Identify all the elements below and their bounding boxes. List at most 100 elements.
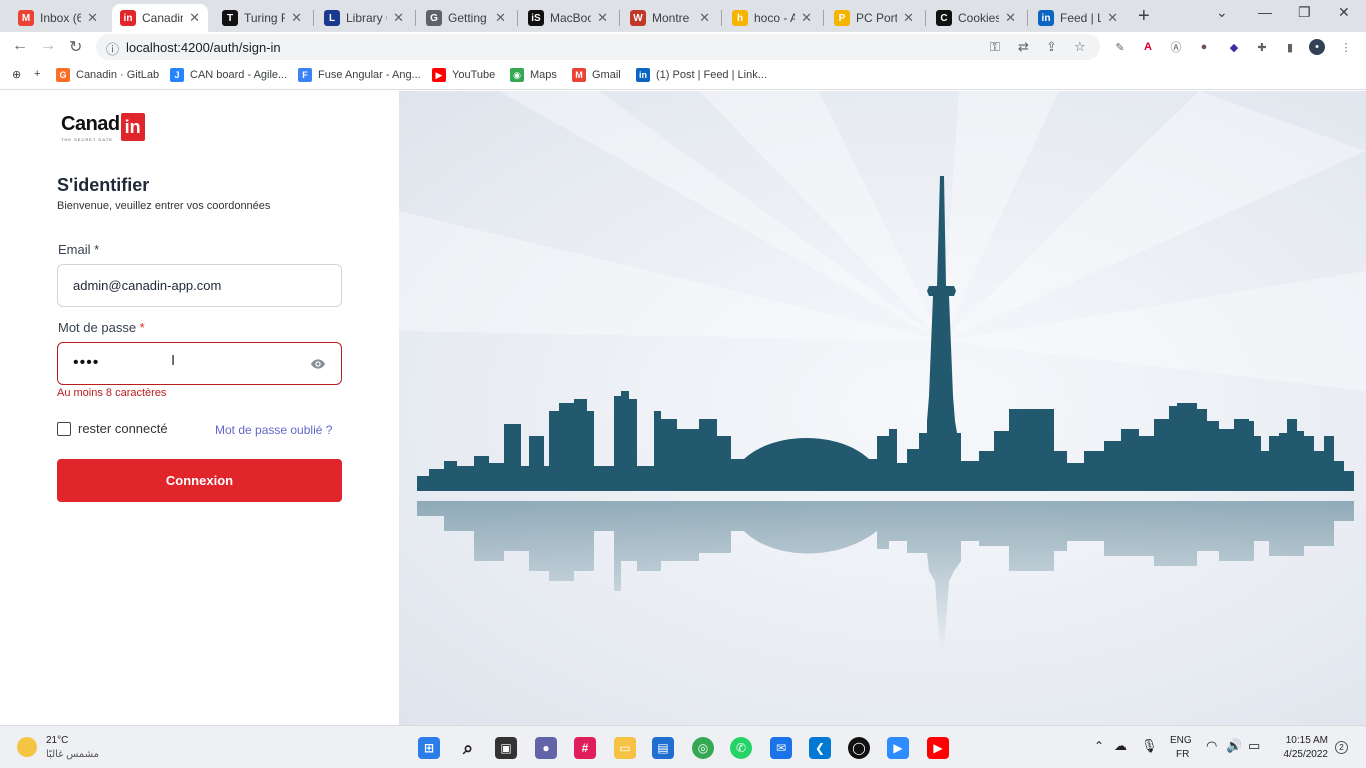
tab-title[interactable]: hoco - Al bbox=[754, 11, 795, 25]
ext-badge-icon[interactable]: ◆ bbox=[1226, 39, 1242, 55]
tab-title[interactable]: Inbox (60 bbox=[40, 11, 81, 25]
tab-title[interactable]: Getting t bbox=[448, 11, 489, 25]
clock-date[interactable]: 4/25/2022 bbox=[1274, 749, 1329, 760]
bookmark-item[interactable]: F Fuse Angular - Ang... bbox=[298, 68, 421, 82]
tab-close-icon[interactable]: ✕ bbox=[495, 10, 506, 26]
a-extension-icon[interactable]: Ⓐ bbox=[1168, 39, 1184, 55]
site-info-icon[interactable]: ⓘ bbox=[106, 39, 119, 58]
login-button[interactable]: Connexion bbox=[57, 459, 342, 502]
tab-title[interactable]: Feed | Lin bbox=[1060, 11, 1101, 25]
teams-chat-icon[interactable]: ● bbox=[535, 737, 557, 759]
tab-title[interactable]: Cookies bbox=[958, 11, 999, 25]
address-url[interactable]: localhost:4200/auth/sign-in bbox=[126, 40, 281, 55]
language-bottom[interactable]: FR bbox=[1176, 749, 1189, 760]
side-panel-icon[interactable]: ▮ bbox=[1282, 39, 1298, 55]
tab-9[interactable]: C Cookies ✕ bbox=[928, 4, 1024, 32]
weather-desc[interactable]: مشمس غالبًا bbox=[46, 749, 99, 760]
microsoft-store-icon[interactable]: ▤ bbox=[652, 737, 674, 759]
tab-0[interactable]: M Inbox (60 ✕ bbox=[10, 4, 106, 32]
tab-title[interactable]: Montre C bbox=[652, 11, 693, 25]
tab-close-icon[interactable]: ✕ bbox=[189, 10, 200, 26]
microphone-icon[interactable]: 🎙 bbox=[1141, 738, 1158, 754]
whatsapp-icon[interactable]: ✆ bbox=[730, 737, 752, 759]
bookmark-label[interactable]: YouTube bbox=[452, 69, 495, 81]
battery-icon[interactable]: ▭ bbox=[1248, 738, 1260, 754]
language-top[interactable]: ENG bbox=[1170, 735, 1192, 746]
tab-6[interactable]: W Montre C ✕ bbox=[622, 4, 718, 32]
address-bar[interactable]: ⓘ localhost:4200/auth/sign-in ⚿ ⇄ ⇪ ☆ bbox=[96, 34, 1100, 60]
apps-globe-icon[interactable]: ⊕ bbox=[12, 68, 21, 81]
tab-title[interactable]: Library G bbox=[346, 11, 387, 25]
tab-4[interactable]: G Getting t ✕ bbox=[418, 4, 514, 32]
tab-title[interactable]: Canadin bbox=[142, 11, 183, 25]
bookmark-item[interactable]: M Gmail bbox=[572, 68, 621, 82]
new-tab-button[interactable]: + bbox=[1138, 5, 1150, 28]
tray-chevron-icon[interactable]: ⌃ bbox=[1094, 739, 1104, 753]
tab-8[interactable]: P PC Portal ✕ bbox=[826, 4, 922, 32]
password-value[interactable]: •••• bbox=[73, 354, 99, 372]
translate-icon[interactable]: ⇄ bbox=[1018, 39, 1029, 55]
bookmark-label[interactable]: Gmail bbox=[592, 69, 621, 81]
zoom-icon[interactable]: ▶ bbox=[887, 737, 909, 759]
key-icon[interactable]: ⚿ bbox=[990, 39, 1000, 55]
app-ring-icon[interactable]: ◯ bbox=[848, 737, 870, 759]
vscode-icon[interactable]: ❮ bbox=[809, 737, 831, 759]
wifi-icon[interactable]: ◠ bbox=[1206, 738, 1217, 754]
tab-close-icon[interactable]: ✕ bbox=[1107, 10, 1118, 26]
file-explorer-icon[interactable]: ▭ bbox=[614, 737, 636, 759]
tab-title[interactable]: PC Portal bbox=[856, 11, 897, 25]
bookmark-label[interactable]: Maps bbox=[530, 69, 557, 81]
slack-icon[interactable]: # bbox=[574, 737, 596, 759]
weather-sun-icon[interactable] bbox=[17, 737, 37, 757]
chrome-icon[interactable]: ◎ bbox=[692, 737, 714, 759]
close-window-button[interactable]: ✕ bbox=[1338, 4, 1350, 21]
record-extension-icon[interactable]: ● bbox=[1196, 39, 1212, 55]
tab-close-icon[interactable]: ✕ bbox=[1005, 10, 1016, 26]
tab-5[interactable]: iS MacBook ✕ bbox=[520, 4, 616, 32]
search-icon[interactable]: ⌕ bbox=[457, 737, 479, 759]
windows-start-icon[interactable]: ⊞ bbox=[418, 737, 440, 759]
tab-close-icon[interactable]: ✕ bbox=[597, 10, 608, 26]
bookmark-item[interactable]: in (1) Post | Feed | Link... bbox=[636, 68, 767, 82]
bookmark-label[interactable]: CAN board - Agile... bbox=[190, 69, 287, 81]
password-field[interactable]: •••• I bbox=[57, 342, 342, 385]
weather-temp[interactable]: 21°C bbox=[46, 735, 68, 746]
tab-close-icon[interactable]: ✕ bbox=[87, 10, 98, 26]
bookmark-item[interactable]: G Canadin · GitLab bbox=[56, 68, 159, 82]
back-icon[interactable]: ← bbox=[12, 37, 28, 55]
mail-icon[interactable]: ✉ bbox=[770, 737, 792, 759]
tab-10[interactable]: in Feed | Lin ✕ bbox=[1030, 4, 1126, 32]
tab-close-icon[interactable]: ✕ bbox=[291, 10, 302, 26]
remember-checkbox[interactable] bbox=[57, 422, 71, 436]
email-field[interactable]: admin@canadin-app.com bbox=[57, 264, 342, 307]
bookmark-label[interactable]: (1) Post | Feed | Link... bbox=[656, 69, 767, 81]
angular-extension-icon[interactable]: A bbox=[1140, 39, 1156, 55]
share-icon[interactable]: ⇪ bbox=[1046, 39, 1057, 55]
bookmark-label[interactable]: Canadin · GitLab bbox=[76, 69, 159, 81]
menu-kebab-icon[interactable]: ⋮ bbox=[1338, 39, 1354, 55]
forward-icon[interactable]: → bbox=[40, 37, 56, 55]
add-bookmark-icon[interactable]: + bbox=[34, 68, 40, 80]
maximize-button[interactable]: ❐ bbox=[1298, 4, 1311, 21]
youtube-app-icon[interactable]: ▶ bbox=[927, 737, 949, 759]
tab-close-icon[interactable]: ✕ bbox=[699, 10, 710, 26]
tab-3[interactable]: L Library G ✕ bbox=[316, 4, 412, 32]
reload-icon[interactable]: ↻ bbox=[69, 37, 82, 57]
bookmark-star-icon[interactable]: ☆ bbox=[1074, 39, 1086, 55]
tab-close-icon[interactable]: ✕ bbox=[801, 10, 812, 26]
tab-close-icon[interactable]: ✕ bbox=[903, 10, 914, 26]
bookmark-item[interactable]: J CAN board - Agile... bbox=[170, 68, 287, 82]
tab-close-icon[interactable]: ✕ bbox=[393, 10, 404, 26]
eyedropper-extension-icon[interactable]: ✎ bbox=[1112, 39, 1128, 55]
tab-1[interactable]: in Canadin ✕ bbox=[112, 4, 208, 32]
tab-search-icon[interactable]: ⌄ bbox=[1216, 4, 1228, 21]
forgot-password-link[interactable]: Mot de passe oublié ? bbox=[215, 423, 332, 437]
notification-count[interactable]: 2 bbox=[1335, 741, 1348, 754]
minimize-button[interactable]: — bbox=[1258, 4, 1272, 20]
tab-7[interactable]: h hoco - Al ✕ bbox=[724, 4, 820, 32]
tab-2[interactable]: T Turing Re ✕ bbox=[214, 4, 310, 32]
task-view-icon[interactable]: ▣ bbox=[495, 737, 517, 759]
clock-time[interactable]: 10:15 AM bbox=[1274, 735, 1328, 746]
email-value[interactable]: admin@canadin-app.com bbox=[73, 278, 221, 293]
bookmark-label[interactable]: Fuse Angular - Ang... bbox=[318, 69, 421, 81]
